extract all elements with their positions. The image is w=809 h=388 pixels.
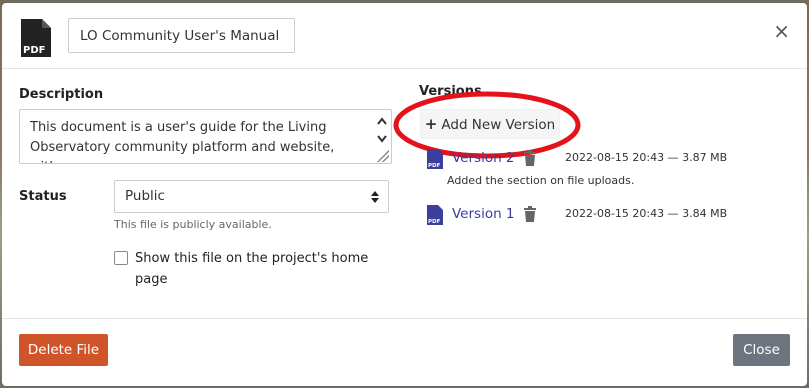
status-select[interactable]: Public bbox=[114, 180, 389, 213]
file-title-input[interactable] bbox=[68, 18, 295, 53]
trash-icon[interactable] bbox=[523, 150, 537, 166]
version-link[interactable]: Version 1 bbox=[452, 206, 515, 222]
delete-file-button[interactable]: Delete File bbox=[19, 334, 108, 366]
status-help-text: This file is publicly available. bbox=[114, 218, 272, 231]
modal-header: PDF × bbox=[2, 3, 807, 69]
home-page-checkbox[interactable] bbox=[114, 251, 128, 265]
pdf-file-icon: PDF bbox=[427, 205, 443, 225]
status-selected-value: Public bbox=[125, 188, 165, 204]
pdf-file-icon: PDF bbox=[21, 19, 51, 57]
description-text: This document is a user's guide for the … bbox=[30, 120, 335, 163]
close-button[interactable]: Close bbox=[733, 334, 790, 366]
add-new-version-button[interactable]: + Add New Version bbox=[420, 109, 560, 139]
select-arrows-icon bbox=[371, 191, 379, 203]
add-new-version-label: Add New Version bbox=[441, 117, 556, 133]
trash-icon[interactable] bbox=[523, 206, 537, 222]
plus-icon: + bbox=[424, 115, 438, 133]
description-label: Description bbox=[19, 87, 104, 102]
description-textarea[interactable]: This document is a user's guide for the … bbox=[19, 109, 392, 164]
svg-text:PDF: PDF bbox=[428, 219, 441, 225]
svg-text:PDF: PDF bbox=[23, 45, 45, 56]
version-meta: 2022-08-15 20:43 — 3.84 MB bbox=[565, 207, 728, 220]
version-note: Added the section on file uploads. bbox=[447, 174, 635, 187]
resize-grip-icon[interactable] bbox=[377, 150, 389, 162]
close-icon[interactable]: × bbox=[773, 21, 790, 41]
version-link[interactable]: Version 2 bbox=[452, 150, 515, 166]
home-page-checkbox-label[interactable]: Show this file on the project's home pag… bbox=[135, 248, 385, 290]
version-meta: 2022-08-15 20:43 — 3.87 MB bbox=[565, 151, 728, 164]
modal-footer: Delete File Close bbox=[2, 318, 807, 386]
versions-label: Versions bbox=[419, 84, 482, 99]
status-label: Status bbox=[19, 189, 67, 204]
edit-file-modal: PDF × Description This document is a use… bbox=[2, 3, 807, 386]
pdf-file-icon: PDF bbox=[427, 149, 443, 169]
svg-text:PDF: PDF bbox=[428, 163, 441, 169]
